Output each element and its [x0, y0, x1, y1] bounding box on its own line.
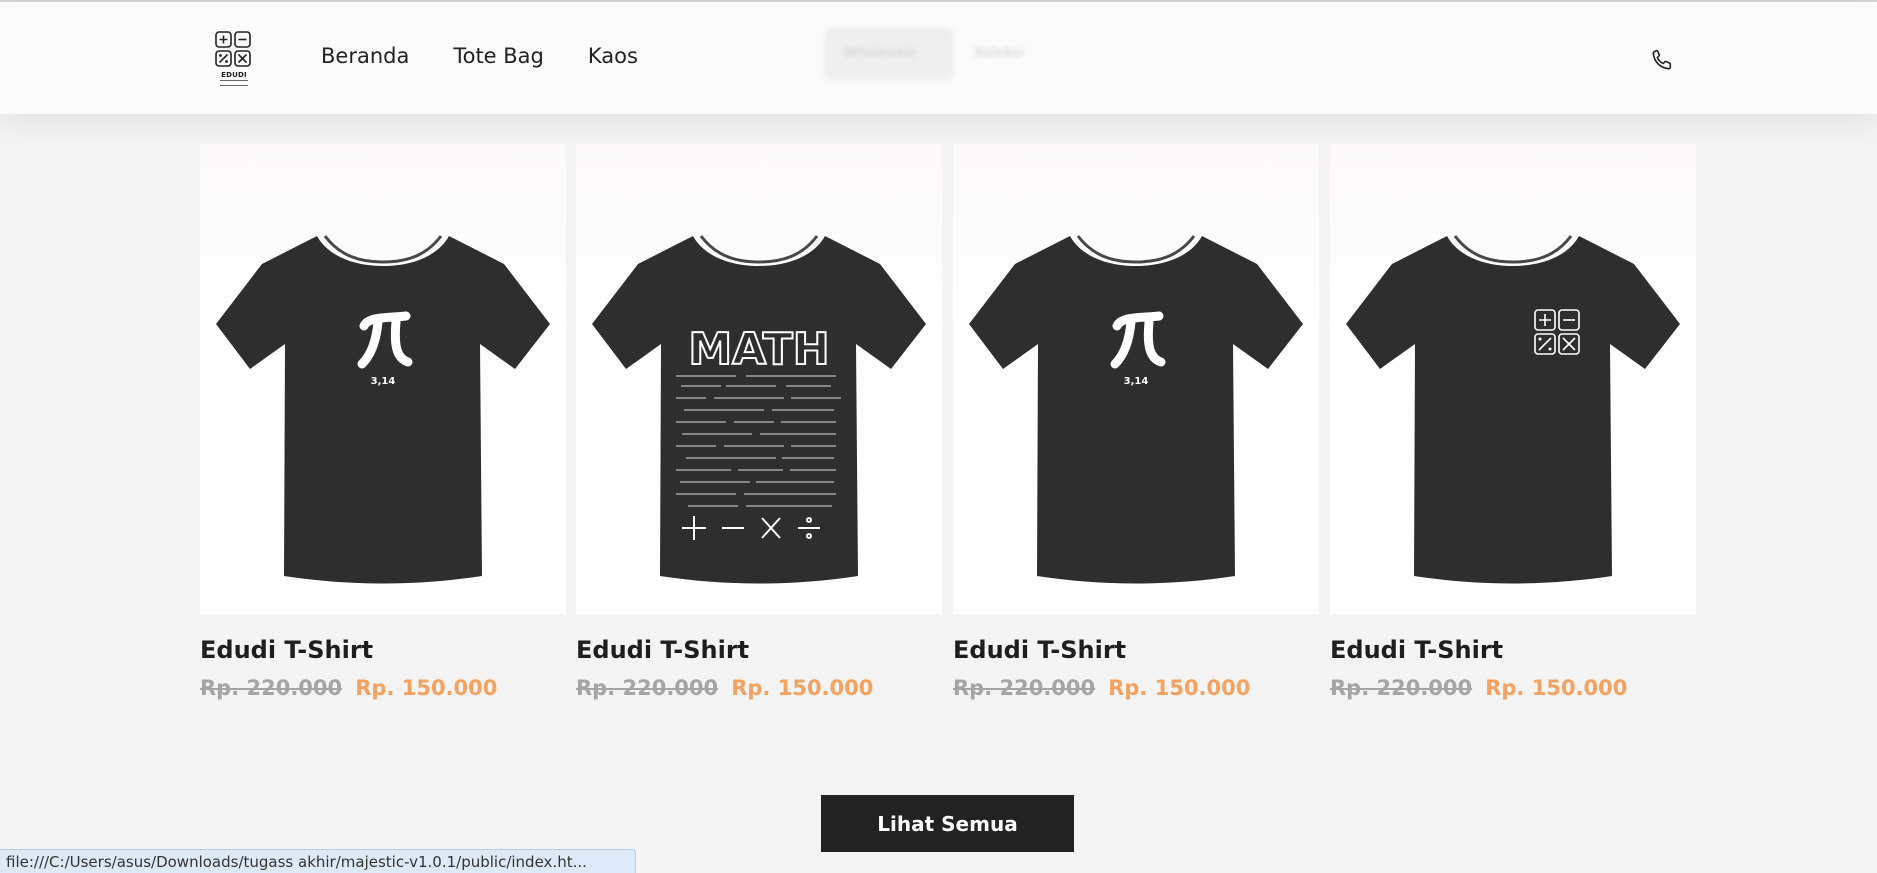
sale-price: Rp. 150.000	[731, 676, 874, 700]
main-nav: Beranda Tote Bag Kaos	[321, 44, 638, 68]
logo-text: EDUDI	[221, 71, 247, 79]
price-row: Rp. 220.000 Rp. 150.000	[1330, 676, 1696, 700]
price-row: Rp. 220.000 Rp. 150.000	[200, 676, 566, 700]
product-image[interactable]: 3,14	[953, 144, 1319, 614]
product-card[interactable]: MATH Edudi T-Shirt Rp. 220.000 Rp. 150.0…	[576, 144, 942, 700]
tshirt-image	[1346, 235, 1680, 584]
nav-link-beranda[interactable]: Beranda	[321, 44, 409, 68]
product-name[interactable]: Edudi T-Shirt	[953, 636, 1319, 664]
old-price: Rp. 220.000	[576, 676, 719, 700]
nav-link-tote-bag[interactable]: Tote Bag	[453, 44, 544, 68]
brand-logo[interactable]: EDUDI	[214, 30, 254, 88]
product-card[interactable]: Edudi T-Shirt Rp. 220.000 Rp. 150.000	[1330, 144, 1696, 700]
price-row: Rp. 220.000 Rp. 150.000	[953, 676, 1319, 700]
blurred-nav-item: Wholesale	[844, 45, 917, 61]
product-image[interactable]	[1330, 144, 1696, 614]
sale-price: Rp. 150.000	[1108, 676, 1251, 700]
tshirt-image: MATH	[592, 235, 926, 584]
price-row: Rp. 220.000 Rp. 150.000	[576, 676, 942, 700]
pi-label: 3,14	[371, 376, 396, 387]
tshirt-image: 3,14	[216, 235, 550, 584]
product-name[interactable]: Edudi T-Shirt	[576, 636, 942, 664]
site-navbar: EDUDI Beranda Tote Bag Kaos Wholesale Ko…	[0, 2, 1877, 114]
math-print-title: MATH	[688, 324, 829, 375]
view-all-button[interactable]: Lihat Semua	[821, 795, 1074, 852]
old-price: Rp. 220.000	[953, 676, 1096, 700]
old-price: Rp. 220.000	[200, 676, 343, 700]
tshirt-image: 3,14	[969, 235, 1303, 584]
product-image[interactable]: 3,14	[200, 144, 566, 614]
sale-price: Rp. 150.000	[355, 676, 498, 700]
product-name[interactable]: Edudi T-Shirt	[200, 636, 566, 664]
product-name[interactable]: Edudi T-Shirt	[1330, 636, 1696, 664]
old-price: Rp. 220.000	[1330, 676, 1473, 700]
product-image[interactable]: MATH	[576, 144, 942, 614]
phone-icon[interactable]	[1650, 48, 1674, 72]
logo-underline	[220, 80, 248, 86]
product-card[interactable]: 3,14 Edudi T-Shirt Rp. 220.000 Rp. 150.0…	[200, 144, 566, 700]
blurred-nav-item: Koleksi	[975, 45, 1024, 61]
nav-link-kaos[interactable]: Kaos	[588, 44, 638, 68]
product-card[interactable]: 3,14 Edudi T-Shirt Rp. 220.000 Rp. 150.0…	[953, 144, 1319, 700]
calculator-logo-icon	[215, 31, 251, 67]
browser-status-url: file:///C:/Users/asus/Downloads/tugass a…	[0, 849, 636, 873]
sale-price: Rp. 150.000	[1485, 676, 1628, 700]
pi-label: 3,14	[1124, 376, 1149, 387]
